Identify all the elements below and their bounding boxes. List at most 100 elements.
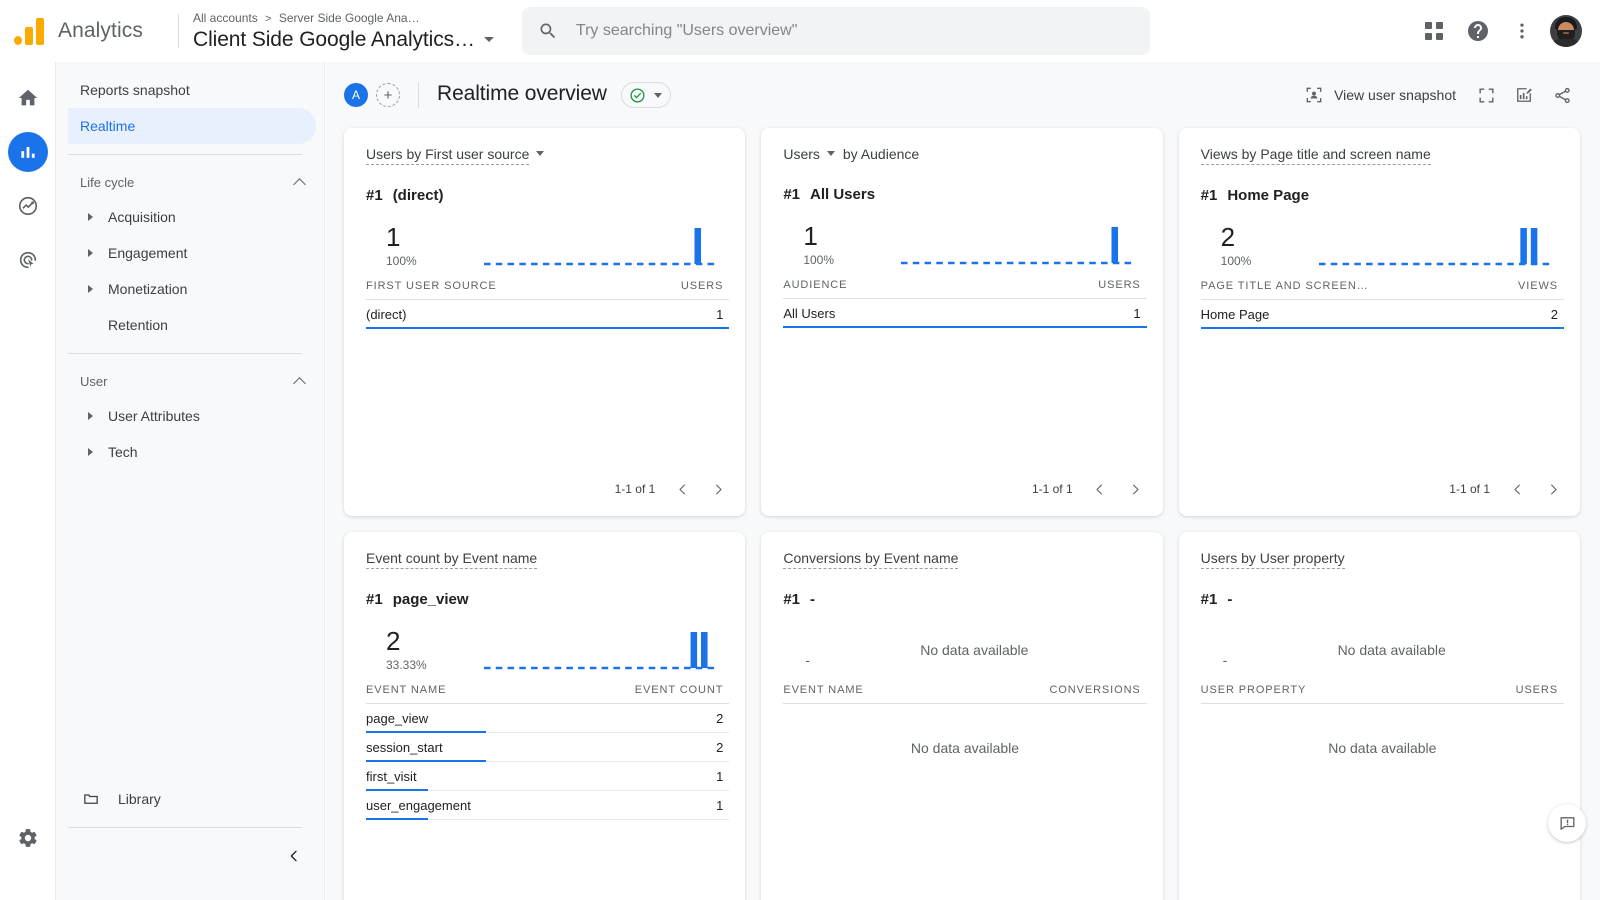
chevron-up-icon <box>293 376 306 390</box>
send-feedback-button[interactable] <box>1548 804 1586 842</box>
sidebar-item-monetization[interactable]: Monetization <box>68 271 316 307</box>
table-row[interactable]: user_engagement 1 <box>366 791 730 820</box>
fullscreen-button[interactable] <box>1468 77 1504 113</box>
card-title[interactable]: Users by First user source <box>366 146 545 165</box>
rail-item-admin[interactable] <box>8 818 48 858</box>
card-title[interactable]: Users by User property <box>1200 550 1345 569</box>
rail-item-advertising[interactable] <box>8 240 48 280</box>
search-box[interactable] <box>521 7 1150 55</box>
column-header-metric: VIEWS <box>1518 280 1558 292</box>
metric-value: 1 <box>386 222 401 252</box>
row-value: 2 <box>716 739 724 755</box>
reports-bar-chart-icon <box>20 147 35 158</box>
brand-block: Analytics <box>0 17 178 45</box>
collapse-sidebar-button[interactable] <box>278 840 310 872</box>
card-title[interactable]: Conversions by Event name <box>783 550 959 569</box>
table-row[interactable]: All Users 1 <box>783 299 1147 328</box>
sidebar-group-label: User <box>80 373 108 389</box>
card-title[interactable]: Event count by Event name <box>366 550 538 569</box>
property-row[interactable]: Client Side Google Analytics… <box>193 28 494 52</box>
rail-item-home[interactable] <box>8 78 48 118</box>
card-metric-zone: 1 100% <box>366 210 729 268</box>
metric-value: 2 <box>1220 222 1236 252</box>
card-title[interactable]: Users by Audience <box>783 146 919 162</box>
chevron-right-icon <box>88 412 93 420</box>
sidebar-item-realtime[interactable]: Realtime <box>68 108 316 144</box>
sparkline-chart <box>901 215 1146 267</box>
pagination-prev-button[interactable] <box>1085 474 1115 504</box>
data-status-badge[interactable] <box>621 82 672 109</box>
sidebar-divider <box>68 154 302 155</box>
account-avatar-button[interactable] <box>1546 11 1586 51</box>
view-user-snapshot-label: View user snapshot <box>1334 87 1456 103</box>
share-button[interactable] <box>1544 77 1580 113</box>
table-row[interactable]: session_start 2 <box>366 733 730 762</box>
sidebar-item-user-attributes[interactable]: User Attributes <box>68 398 316 434</box>
metric-value: - <box>1222 652 1228 668</box>
card-top-rank: #1 page_view <box>366 591 729 608</box>
table-row[interactable]: first_visit 1 <box>366 762 730 791</box>
sidebar-item-reports-snapshot[interactable]: Reports snapshot <box>68 72 316 108</box>
search-input[interactable] <box>575 22 1116 40</box>
table-row[interactable]: (direct) 1 <box>366 300 730 329</box>
card-users-by-first-user-source: Users by First user source #1 (direct) 1… <box>344 128 746 516</box>
sidebar-item-tech[interactable]: Tech <box>68 434 316 470</box>
sidebar-item-label: Reports snapshot <box>80 82 190 98</box>
breadcrumb-all-accounts[interactable]: All accounts <box>193 11 258 25</box>
rank-label: Home Page <box>1227 187 1310 204</box>
left-icon-rail <box>0 62 56 900</box>
account-selector[interactable]: All accounts > Server Side Google Ana… C… <box>179 11 494 52</box>
column-header-metric: EVENT COUNT <box>634 684 724 696</box>
pagination-next-button[interactable] <box>1121 474 1151 504</box>
help-button[interactable] <box>1458 11 1498 51</box>
rank-label: - <box>1227 591 1233 608</box>
card-pagination: 1-4 of 4 <box>615 890 734 900</box>
main-content: A + Realtime overview View user snapshot <box>326 62 1600 900</box>
card-title[interactable]: Views by Page title and screen name <box>1200 146 1431 165</box>
row-value: 1 <box>1133 305 1141 321</box>
sidebar-item-retention[interactable]: Retention <box>68 307 316 343</box>
card-top-rank: #1 - <box>1201 591 1564 608</box>
card-title-label: Users by User property <box>1200 550 1345 569</box>
chevron-left-icon <box>1513 484 1520 494</box>
sparkline-svg <box>484 632 720 670</box>
pagination-prev-button[interactable] <box>667 890 697 900</box>
sidebar-group-life-cycle[interactable]: Life cycle <box>56 165 324 199</box>
chevron-down-icon[interactable] <box>826 151 835 156</box>
pagination-next-button[interactable] <box>703 474 733 504</box>
row-label: Home Page <box>1200 306 1270 322</box>
sidebar-item-library[interactable]: Library <box>68 781 316 817</box>
sidebar-item-acquisition[interactable]: Acquisition <box>68 199 316 235</box>
pagination-next-button[interactable] <box>703 890 733 900</box>
chevron-right-icon <box>88 285 93 293</box>
top-app-bar: Analytics All accounts > Server Side Goo… <box>0 0 1600 62</box>
pagination-prev-button[interactable] <box>667 474 697 504</box>
pagination-range: 1-1 of 1 <box>1449 482 1490 496</box>
rank-number: #1 <box>366 591 383 608</box>
add-comparison-button[interactable]: + <box>376 83 400 107</box>
chevron-left-icon <box>290 850 297 862</box>
insights-button[interactable] <box>1506 77 1542 113</box>
chevron-left-icon <box>1096 484 1103 494</box>
rail-item-explore[interactable] <box>8 186 48 226</box>
pagination-next-button[interactable] <box>1538 474 1568 504</box>
metric-percent: 100% <box>386 254 417 268</box>
sidebar-group-user[interactable]: User <box>56 364 324 398</box>
table-row[interactable]: page_view 2 <box>366 704 730 733</box>
comparison-chip[interactable]: A <box>344 83 368 107</box>
rail-item-reports[interactable] <box>7 132 48 172</box>
column-header-dimension: AUDIENCE <box>783 279 848 291</box>
page-header: A + Realtime overview View user snapshot <box>326 62 1600 128</box>
pagination-prev-button[interactable] <box>1502 474 1532 504</box>
apps-grid-icon <box>1425 22 1443 40</box>
sidebar-item-label: Retention <box>108 317 168 333</box>
table-row[interactable]: Home Page 2 <box>1200 300 1564 329</box>
breadcrumb-account-name[interactable]: Server Side Google Ana… <box>279 11 420 25</box>
view-user-snapshot-button[interactable]: View user snapshot <box>1294 78 1466 112</box>
apps-grid-button[interactable] <box>1414 11 1454 51</box>
more-options-button[interactable] <box>1502 11 1542 51</box>
column-header-metric: USERS <box>680 280 724 292</box>
card-title-metric[interactable]: Users <box>783 146 820 162</box>
sidebar-item-engagement[interactable]: Engagement <box>68 235 316 271</box>
column-header-dimension: EVENT NAME <box>366 684 447 696</box>
